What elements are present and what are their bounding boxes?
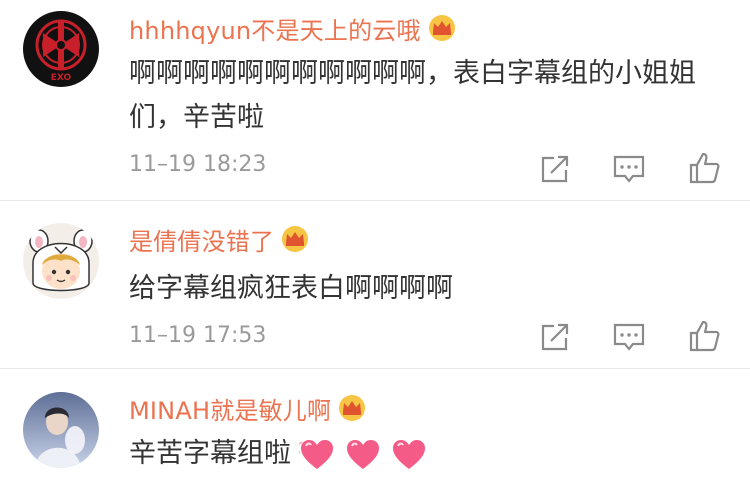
crown-badge-icon	[282, 226, 309, 252]
comment-button[interactable]	[612, 320, 646, 354]
comment-button[interactable]	[612, 152, 646, 186]
exo-logo-avatar: EXO	[23, 11, 99, 87]
comment-icon	[613, 155, 645, 183]
comment-icon	[613, 323, 645, 351]
heart-emoji-icon	[347, 439, 379, 469]
like-button[interactable]	[688, 319, 722, 353]
comment-text: 辛苦字幕组啦	[129, 438, 291, 469]
username[interactable]: MINAH就是敏儿啊	[129, 391, 331, 426]
comment-item: 是倩倩没错了 给字幕组疯狂表白啊啊啊啊 11–19 17:53	[0, 201, 750, 369]
avatar[interactable]: EXO	[23, 11, 99, 87]
timestamp: 11–19 17:53	[129, 323, 267, 348]
heart-emoji-icon	[393, 439, 425, 469]
share-icon	[541, 323, 569, 351]
comment-item: MINAH就是敏儿啊 辛苦字幕组啦	[0, 369, 750, 495]
username[interactable]: hhhhqyun不是天上的云哦	[129, 11, 421, 46]
photo-avatar	[23, 392, 99, 468]
avatar[interactable]	[23, 223, 99, 299]
timestamp: 11–19 18:23	[129, 152, 267, 177]
comment-item: EXO hhhhqyun不是天上的云哦 啊啊啊啊啊啊啊啊啊啊啊，表白字幕组的小姐…	[0, 0, 750, 201]
username[interactable]: 是倩倩没错了	[129, 222, 274, 257]
crown-badge-icon	[339, 395, 366, 421]
crown-badge-icon	[428, 15, 455, 41]
comment-text: 啊啊啊啊啊啊啊啊啊啊啊，表白字幕组的小姐姐们，辛苦啦	[129, 58, 696, 133]
share-icon	[541, 155, 569, 183]
svg-text:EXO: EXO	[51, 73, 72, 83]
avatar[interactable]	[23, 392, 99, 468]
share-button[interactable]	[538, 320, 572, 354]
like-button[interactable]	[688, 151, 722, 185]
share-button[interactable]	[538, 152, 572, 186]
comment-text-row: 辛苦字幕组啦	[129, 432, 719, 476]
heart-emoji-group	[299, 438, 427, 472]
heart-emoji-icon	[299, 439, 333, 469]
cartoon-avatar	[23, 223, 99, 299]
like-icon	[689, 320, 720, 352]
comment-text: 给字幕组疯狂表白啊啊啊啊	[129, 273, 453, 304]
like-icon	[689, 152, 720, 184]
